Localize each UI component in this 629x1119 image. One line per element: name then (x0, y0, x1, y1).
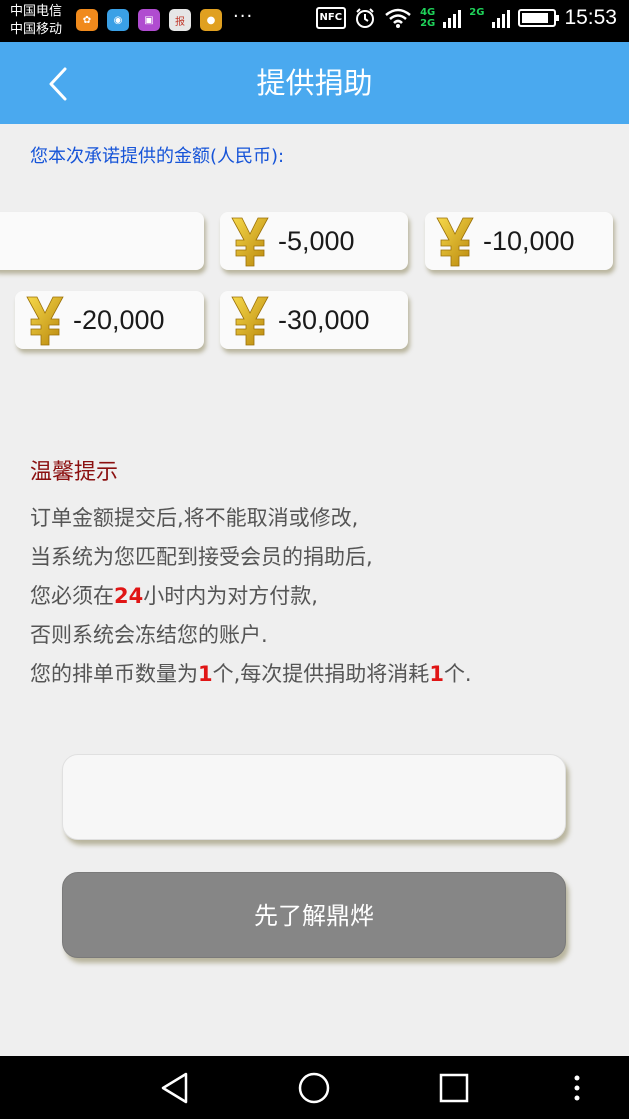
app-yellow-icon: ● (200, 9, 222, 31)
yen-icon (231, 296, 269, 346)
amount-prompt: 您本次承诺提供的金额(人民币): (30, 146, 285, 167)
yen-icon (436, 217, 474, 267)
network-type-2: 2G (469, 7, 485, 18)
amount-value: -5,000 (278, 226, 355, 256)
more-notifications-icon: ··· (233, 6, 254, 27)
amount-input[interactable] (62, 754, 566, 840)
network-type-1: 4G 2G (420, 7, 436, 29)
amount-option-5000[interactable]: -5,000 (220, 212, 408, 270)
yen-icon (26, 296, 64, 346)
yen-icon (231, 217, 269, 267)
app-news-icon: 报 (169, 9, 191, 31)
tips-line-3-post: 小时内为对方付款, (143, 584, 318, 608)
coin-cost-highlight: 1 (429, 662, 444, 686)
battery-icon (518, 9, 560, 27)
app-browser-icon: ◉ (107, 9, 129, 31)
tips-line-3-pre: 您必须在 (30, 584, 114, 608)
nav-recents-icon[interactable] (437, 1071, 471, 1105)
clock: 15:53 (564, 6, 617, 29)
carrier-1: 中国电信 (10, 4, 63, 19)
tips-line-1: 订单金额提交后,将不能取消或修改, (30, 506, 359, 530)
status-bar: 中国电信 中国移动 ✿ ◉ ▣ 报 ● ··· NFC 4G 2G 2G 15:… (0, 0, 629, 42)
page-title: 提供捐助 (256, 66, 373, 100)
tips-line-4: 否则系统会冻结您的账户. (30, 623, 268, 647)
nfc-icon: NFC (315, 7, 347, 29)
nav-menu-icon[interactable] (560, 1071, 594, 1105)
status-indicators: NFC 4G 2G 2G 15:53 (315, 6, 617, 30)
amount-value: -20,000 (73, 305, 165, 335)
system-nav-bar (0, 1056, 629, 1119)
notification-icons: ✿ ◉ ▣ 报 ● (76, 9, 222, 31)
wifi-icon (385, 8, 411, 28)
hours-highlight: 24 (114, 584, 144, 608)
tips-title: 温馨提示 (30, 460, 119, 485)
nav-home-icon[interactable] (297, 1071, 331, 1105)
app-gallery-icon: ▣ (138, 9, 160, 31)
tips-line-5-post: 个. (443, 662, 472, 686)
amount-value: -30,000 (278, 305, 370, 335)
amount-option-custom[interactable] (0, 212, 204, 270)
nav-back-icon[interactable] (158, 1071, 192, 1105)
app-orange-icon: ✿ (76, 9, 98, 31)
amount-option-20000[interactable]: -20,000 (15, 291, 204, 349)
alarm-icon (356, 8, 375, 28)
amount-option-30000[interactable]: -30,000 (220, 291, 408, 349)
carrier-2: 中国移动 (10, 22, 63, 37)
tips-line-5-pre: 您的排单币数量为 (30, 662, 198, 686)
tips-line-5: 您的排单币数量为1个,每次提供捐助将消耗1个. (30, 656, 472, 695)
learn-more-button[interactable]: 先了解鼎烨 (62, 872, 566, 958)
signal-icon-2 (492, 8, 511, 28)
tips-line-2: 当系统为您匹配到接受会员的捐助后, (30, 545, 373, 569)
signal-icon-1 (443, 8, 462, 28)
amount-option-10000[interactable]: -10,000 (425, 212, 613, 270)
coin-count-highlight: 1 (198, 662, 213, 686)
tips-line-5-mid: 个,每次提供捐助将消耗 (212, 662, 430, 686)
tips-line-3: 您必须在24小时内为对方付款, (30, 578, 472, 617)
app-header: 提供捐助 (0, 42, 629, 124)
amount-value: -10,000 (483, 226, 575, 256)
tips-text: 订单金额提交后,将不能取消或修改, 当系统为您匹配到接受会员的捐助后, 您必须在… (30, 500, 472, 695)
carrier-labels: 中国电信 中国移动 (10, 3, 62, 39)
